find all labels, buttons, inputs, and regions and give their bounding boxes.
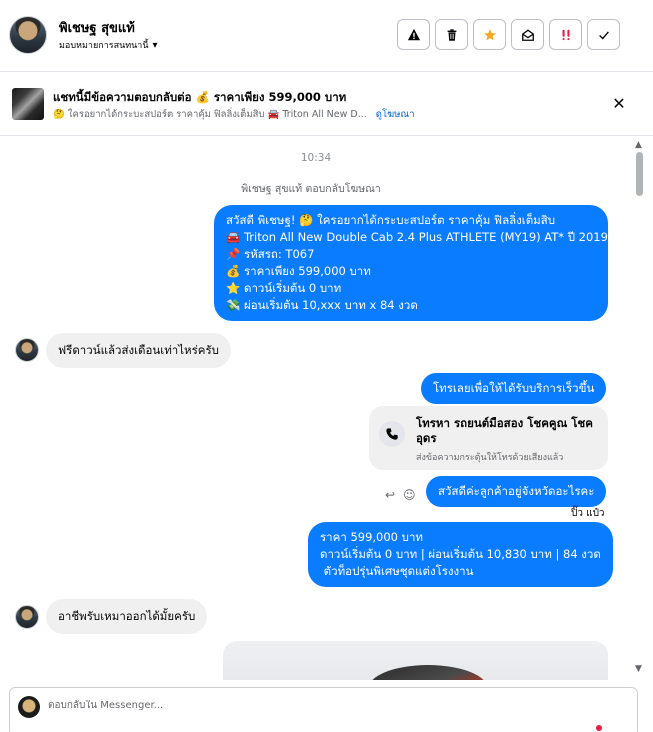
message-timestamp: 10:34 <box>300 152 332 164</box>
close-icon[interactable]: ✕ <box>609 94 629 114</box>
message-line: 💰 ราคาเพียง 599,000 บาท <box>226 264 371 278</box>
page-avatar <box>18 696 40 718</box>
thread-scrollbar[interactable] <box>633 137 647 680</box>
check-icon <box>598 30 609 40</box>
assign-label: มอบหมายการสนทนานี้ <box>59 41 149 51</box>
ad-banner-title: แชทนี้มีข้อความตอบกลับต่อ 💰 ราคาเพียง 59… <box>53 90 347 104</box>
ad-banner-subtitle: 🤔 ใครอยากได้กระบะสปอร์ต ราคาคุ้ม ฟิลลิ่ง… <box>53 107 415 122</box>
star-icon <box>483 28 496 40</box>
incoming-message[interactable]: ฟรีดาวน์แล้วส่งเดือนเท่าไหร่ครับ <box>46 333 231 368</box>
message-line: 💸 ผ่อนเริ่มต้น 10,xxx บาท x 84 งวด <box>226 298 418 312</box>
ad-reply-banner[interactable]: แชทนี้มีข้อความตอบกลับต่อ 💰 ราคาเพียง 59… <box>0 72 653 136</box>
ad-reply-note: พิเชษฐ สุขแท้ ตอบกลับโฆษณา <box>241 183 381 195</box>
car-photo-attachment[interactable] <box>223 641 608 680</box>
scroll-down-arrow-icon[interactable]: ▼ <box>635 664 642 674</box>
scrollbar-thumb[interactable] <box>636 152 643 196</box>
react-icon[interactable]: ☺ <box>403 488 416 502</box>
ad-thumbnail <box>12 88 44 120</box>
spam-button[interactable] <box>397 19 430 50</box>
reply-icon[interactable]: ↩ <box>385 488 395 502</box>
message-line: สวัสดี พิเชษฐ! 🤔 ใครอยากได้กระบะสปอร์ต ร… <box>226 213 556 227</box>
assign-conversation-dropdown[interactable]: มอบหมายการสนทนานี้ ▾ <box>59 38 158 52</box>
view-ad-link[interactable]: ดูโฆษณา <box>376 109 415 120</box>
scroll-up-arrow-icon[interactable]: ▲ <box>635 140 642 150</box>
seen-by-label: ปิ๊ว แป๋ว <box>571 508 605 519</box>
call-card-subtitle: ส่งข้อความกระตุ้นให้โทรด้วยเสียงแล้ว <box>416 453 564 463</box>
alert-icon <box>407 28 420 40</box>
message-composer <box>9 687 638 732</box>
header-toolbar <box>397 19 620 50</box>
ad-banner-text: 🤔 ใครอยากได้กระบะสปอร์ต ราคาคุ้ม ฟิลลิ่ง… <box>53 109 367 120</box>
follow-up-button[interactable] <box>549 19 582 50</box>
sender-avatar[interactable] <box>15 605 39 629</box>
message-line: ราคา 599,000 บาท <box>320 530 423 544</box>
double-exclamation-icon <box>562 29 569 40</box>
message-hover-tools: ↩ ☺ <box>385 488 416 502</box>
call-card-title: โทรหา รถยนต์มือสอง โชคคูณ โชค อุดร <box>416 416 593 445</box>
message-thread[interactable]: 10:34 พิเชษฐ สุขแท้ ตอบกลับโฆษณา สวัสดี … <box>0 137 632 680</box>
car-image <box>368 665 488 680</box>
conversation-header: พิเชษฐ สุขแท้ มอบหมายการสนทนานี้ ▾ <box>0 0 653 72</box>
outgoing-message-ad-reply[interactable]: สวัสดี พิเชษฐ! 🤔 ใครอยากได้กระบะสปอร์ต ร… <box>214 205 608 321</box>
message-line: 📌 รหัสรถ: T067 <box>226 247 315 261</box>
phone-icon <box>379 421 405 447</box>
call-request-card[interactable]: โทรหา รถยนต์มือสอง โชคคูณ โชค อุดร ส่งข้… <box>369 406 608 470</box>
contact-avatar[interactable] <box>9 16 47 54</box>
message-line: 🚘 Triton All New Double Cab 2.4 Plus ATH… <box>226 230 608 244</box>
caret-down-icon: ▾ <box>152 39 158 51</box>
message-line: ตัวท็อปรุ่นพิเศษชุดแต่งโรงงาน <box>320 564 474 578</box>
outgoing-message-price[interactable]: ราคา 599,000 บาท ดาวน์เริ่มต้น 0 บาท | ผ… <box>308 522 613 587</box>
notification-dot <box>596 725 602 731</box>
star-button[interactable] <box>473 19 506 50</box>
message-line: ⭐ ดาวน์เริ่มต้น 0 บาท <box>226 281 342 295</box>
done-button[interactable] <box>587 19 620 50</box>
outgoing-message-greeting[interactable]: สวัสดีค่ะลูกค้าอยู่จังหวัดอะไรคะ <box>426 476 607 507</box>
sender-avatar[interactable] <box>15 338 39 362</box>
mark-unread-button[interactable] <box>511 19 544 50</box>
incoming-message[interactable]: อาชีพรับเหมาออกได้มั้ยครับ <box>46 599 208 634</box>
trash-icon <box>447 28 456 41</box>
delete-button[interactable] <box>435 19 468 50</box>
message-line: ดาวน์เริ่มต้น 0 บาท | ผ่อนเริ่มต้น 10,83… <box>320 547 601 561</box>
reply-input[interactable] <box>48 700 448 711</box>
outgoing-message-call-prompt[interactable]: โทรเลยเพื่อให้ได้รับบริการเร็วขึ้น <box>421 373 607 404</box>
envelope-open-icon <box>521 28 534 41</box>
contact-name[interactable]: พิเชษฐ สุขแท้ <box>59 17 135 38</box>
